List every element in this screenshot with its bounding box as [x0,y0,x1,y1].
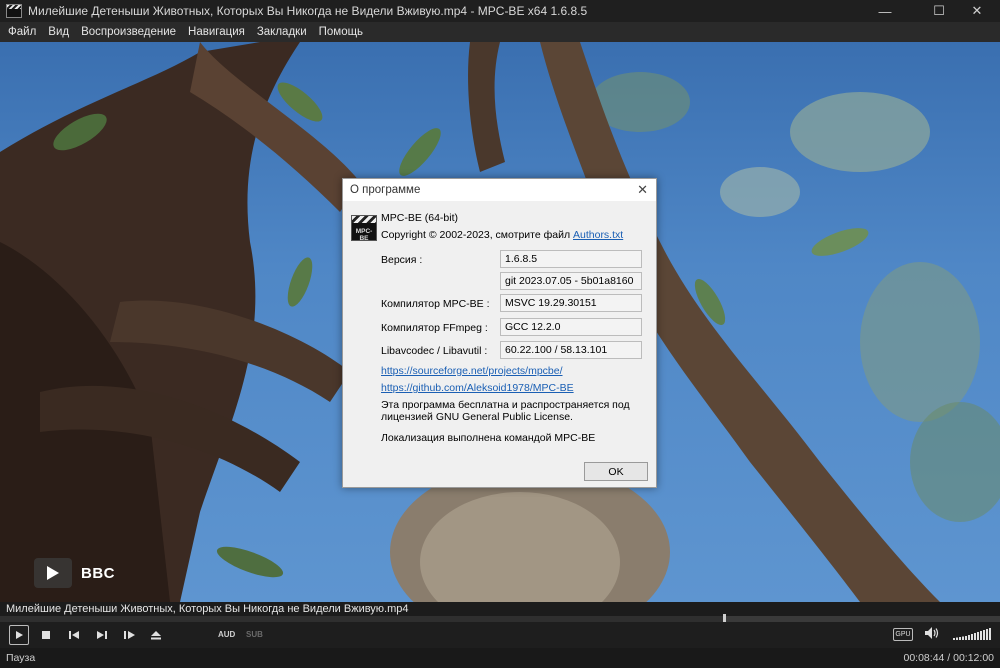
volume-slider[interactable] [953,628,993,640]
play-icon [16,631,23,639]
version-label: Версия : [381,254,423,266]
gpu-indicator[interactable]: GPU [893,628,913,641]
ffmpeg-compiler-label: Компилятор FFmpeg : [381,322,488,334]
menu-navigation[interactable]: Навигация [182,26,251,38]
ffmpeg-compiler-field[interactable]: GCC 12.2.0 [500,318,642,336]
github-link[interactable]: https://github.com/Aleksoid1978/MPC-BE [381,382,574,394]
app-name: MPC-BE (64-bit) [381,212,459,224]
time-display: 00:08:44 / 00:12:00 [903,652,995,664]
menu-bookmarks[interactable]: Закладки [251,26,313,38]
watermark-play-icon [34,558,72,588]
close-button[interactable]: ✕ [954,0,1000,22]
stop-button[interactable] [36,625,56,645]
compiler-field[interactable]: MSVC 19.29.30151 [500,294,642,312]
bbc-watermark: BBC [34,558,115,588]
play-button[interactable] [9,625,29,645]
git-version-field[interactable]: git 2023.07.05 - 5b01a8160 [500,272,642,290]
skip-back-icon [69,631,79,639]
version-field[interactable]: 1.6.8.5 [500,250,642,268]
menu-view[interactable]: Вид [42,26,75,38]
previous-button[interactable] [64,625,84,645]
status-bar: Пауза 00:08:44 / 00:12:00 [0,648,1000,668]
skip-forward-icon [97,631,107,639]
authors-link[interactable]: Authors.txt [573,229,623,241]
menu-bar: Файл Вид Воспроизведение Навигация Закла… [0,22,1000,42]
watermark-text: BBC [81,564,115,582]
copyright: Copyright © 2002-2023, смотрите файл Aut… [381,229,624,241]
control-bar: AUD SUB GPU [0,622,1000,648]
volume-icon[interactable] [925,627,939,642]
dialog-title-bar: О программе ✕ [343,179,656,201]
title-bar: Милейшие Детеныши Животных, Которых Вы Н… [0,0,1000,22]
window-title: Милейшие Детеныши Животных, Которых Вы Н… [28,4,588,18]
sourceforge-link[interactable]: https://sourceforge.net/projects/mpcbe/ [381,365,563,377]
eject-button[interactable] [146,625,166,645]
menu-help[interactable]: Помощь [313,26,369,38]
eject-icon [151,631,161,640]
license-text: Эта программа бесплатна и распространяет… [381,399,630,423]
subtitle-button[interactable]: SUB [246,630,263,639]
menu-playback[interactable]: Воспроизведение [75,26,182,38]
about-dialog: О программе ✕ MPC-BE MPC-BE (64-bit) Cop… [342,178,657,488]
dialog-title: О программе [350,184,421,196]
filename-bar: Милейшие Детеныши Животных, Которых Вы Н… [0,602,1000,616]
next-button[interactable] [92,625,112,645]
frame-step-button[interactable] [120,625,140,645]
dialog-close-icon[interactable]: ✕ [637,182,648,198]
audio-track-button[interactable]: AUD [218,630,235,639]
minimize-button[interactable]: — [862,0,908,22]
compiler-label: Компилятор MPC-BE : [381,298,490,310]
libav-field[interactable]: 60.22.100 / 58.13.101 [500,341,642,359]
app-icon [6,4,22,18]
mpcbe-logo: MPC-BE [351,215,377,242]
stop-icon [42,631,50,639]
localization-text: Локализация выполнена командой MPC-BE [381,432,596,444]
frame-step-icon [124,631,135,639]
ok-button[interactable]: OK [584,462,648,481]
playback-status: Пауза [6,652,36,664]
libav-label: Libavcodec / Libavutil : [381,345,488,357]
menu-file[interactable]: Файл [2,26,42,38]
